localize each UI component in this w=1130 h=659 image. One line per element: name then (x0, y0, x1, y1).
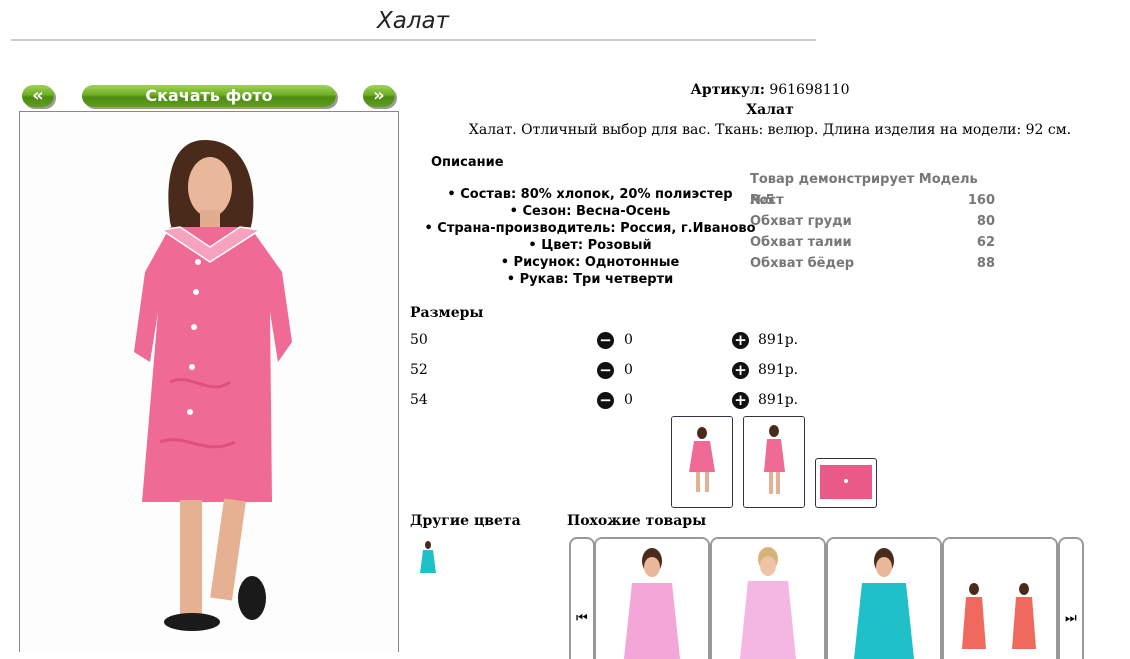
plus-icon[interactable]: + (732, 332, 749, 349)
model-front-thumbnail-image (672, 417, 732, 507)
measurement-row: Рост 160 (750, 190, 995, 211)
skip-forward-icon: ⏭ (1065, 611, 1077, 626)
measurement-label: Рост (750, 193, 784, 208)
size-label: 50 (410, 332, 428, 348)
plus-icon[interactable]: + (732, 392, 749, 409)
carousel-prev-button[interactable]: ⏮ (569, 537, 595, 659)
fabric-closeup-thumbnail-image (820, 465, 872, 499)
size-label: 52 (410, 362, 428, 378)
product-name: Халат (746, 102, 794, 118)
pale-pink-robe-image (712, 539, 824, 659)
model-measurements: Товар демонстрирует Модель №5 Рост 160 Об… (750, 169, 995, 274)
similar-products-heading: Похожие товары (567, 513, 707, 529)
size-row: 54 − 0 + 891р. (410, 392, 810, 412)
title-divider (11, 39, 816, 41)
feature-item: Рисунок: Однотонные (420, 254, 760, 271)
quantity-value: 0 (624, 332, 633, 348)
article-line: Артикул: 961698110 (410, 82, 1130, 98)
minus-icon[interactable]: − (597, 362, 614, 379)
turquoise-robe-image (413, 537, 443, 583)
photo-thumbnail[interactable] (743, 416, 805, 508)
model-side-thumbnail-image (744, 417, 804, 507)
photo-thumbnail[interactable] (815, 458, 877, 508)
similar-product-item[interactable] (710, 537, 826, 659)
light-pink-robe-image (596, 539, 708, 659)
quantity-value: 0 (624, 362, 633, 378)
other-color-thumbnail[interactable] (413, 537, 443, 583)
next-photo-button[interactable]: » (363, 85, 395, 107)
similar-product-item[interactable] (942, 537, 1058, 659)
measurement-label: Обхват груди (750, 214, 852, 229)
price-value: 891р. (758, 332, 799, 348)
other-colors-heading: Другие цвета (410, 513, 521, 529)
measurement-row: Обхват талии 62 (750, 232, 995, 253)
skip-back-icon: ⏮ (576, 611, 588, 626)
price-value: 891р. (758, 362, 799, 378)
feature-item: Состав: 80% хлопок, 20% полиэстер (420, 186, 760, 203)
size-row: 52 − 0 + 891р. (410, 362, 810, 382)
measurement-row: Обхват бёдер 88 (750, 253, 995, 274)
feature-item: Цвет: Розовый (420, 237, 760, 254)
size-label: 54 (410, 392, 428, 408)
feature-item: Страна-производитель: Россия, г.Иваново (420, 220, 760, 237)
carousel-next-button[interactable]: ⏭ (1058, 537, 1084, 659)
plus-icon[interactable]: + (732, 362, 749, 379)
measurement-row: Обхват груди 80 (750, 211, 995, 232)
price-value: 891р. (758, 392, 799, 408)
feature-item: Сезон: Весна-Осень (420, 203, 760, 220)
feature-item: Рукав: Три четверти (420, 271, 760, 288)
measurement-label: Обхват талии (750, 235, 852, 250)
model-heading: Товар демонстрирует Модель №5 (750, 172, 978, 208)
article-label: Артикул: (690, 82, 765, 98)
similar-product-item[interactable] (594, 537, 710, 659)
sizes-heading: Размеры (410, 305, 484, 321)
download-photo-button[interactable]: Скачать фото (82, 85, 336, 107)
measurement-value: 88 (976, 256, 995, 271)
measurement-label: Обхват бёдер (750, 256, 855, 271)
model-in-pink-robe-image (20, 112, 398, 652)
page-title: Халат (376, 8, 450, 34)
main-product-photo[interactable] (19, 111, 399, 652)
minus-icon[interactable]: − (597, 332, 614, 349)
product-description: Халат. Отличный выбор для вас. Ткань: ве… (468, 122, 1072, 138)
measurement-value: 160 (967, 193, 995, 208)
minus-icon[interactable]: − (597, 392, 614, 409)
article-value: 961698110 (769, 82, 850, 98)
feature-list: Состав: 80% хлопок, 20% полиэстер Сезон:… (420, 186, 760, 288)
prev-photo-button[interactable]: « (22, 85, 54, 107)
similar-product-item[interactable] (826, 537, 942, 659)
photo-thumbnail[interactable] (671, 416, 733, 508)
measurement-value: 80 (976, 214, 995, 229)
turquoise-robe-image (828, 539, 940, 659)
description-heading: Описание (431, 155, 504, 170)
size-row: 50 − 0 + 891р. (410, 332, 810, 352)
quantity-value: 0 (624, 392, 633, 408)
measurement-value: 62 (976, 235, 995, 250)
coral-robe-image (944, 539, 1056, 659)
